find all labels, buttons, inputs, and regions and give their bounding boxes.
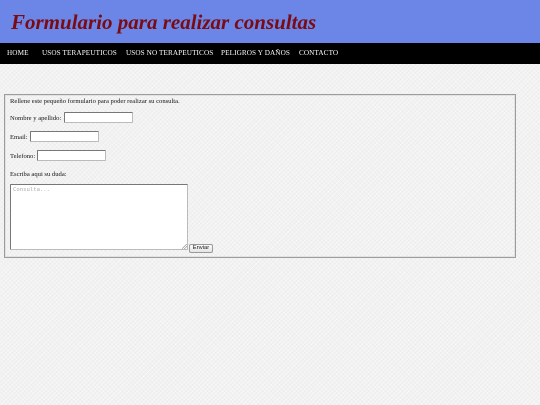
email-label: Email: — [10, 134, 28, 141]
nav-item-contacto[interactable]: CONTACTO — [299, 43, 338, 64]
name-input[interactable] — [64, 112, 133, 123]
nav-item-peligros-y-danos[interactable]: PELIGROS Y DAÑOS — [221, 43, 290, 64]
phone-input[interactable] — [37, 150, 106, 161]
nav-item-home[interactable]: HOME — [7, 43, 29, 64]
page-title: Formulario para realizar consultas — [11, 10, 317, 34]
nav-item-usos-no-terapeuticos[interactable]: USOS NO TERAPEUTICOS — [126, 43, 213, 64]
form-intro-text: Rellene este pequeño formulario para pod… — [10, 98, 180, 105]
submit-button[interactable]: Enviar — [189, 244, 213, 253]
page-header: Formulario para realizar consultas — [0, 0, 540, 43]
question-textarea[interactable] — [10, 184, 188, 250]
phone-label: Telefono: — [10, 153, 36, 160]
email-input[interactable] — [30, 131, 99, 142]
main-nav: HOME USOS TERAPEUTICOS USOS NO TERAPEUTI… — [0, 43, 540, 64]
name-label: Nombre y apellido: — [10, 115, 62, 122]
nav-item-usos-terapeuticos[interactable]: USOS TERAPEUTICOS — [42, 43, 117, 64]
question-label: Escriba aqui su duda: — [10, 171, 67, 178]
